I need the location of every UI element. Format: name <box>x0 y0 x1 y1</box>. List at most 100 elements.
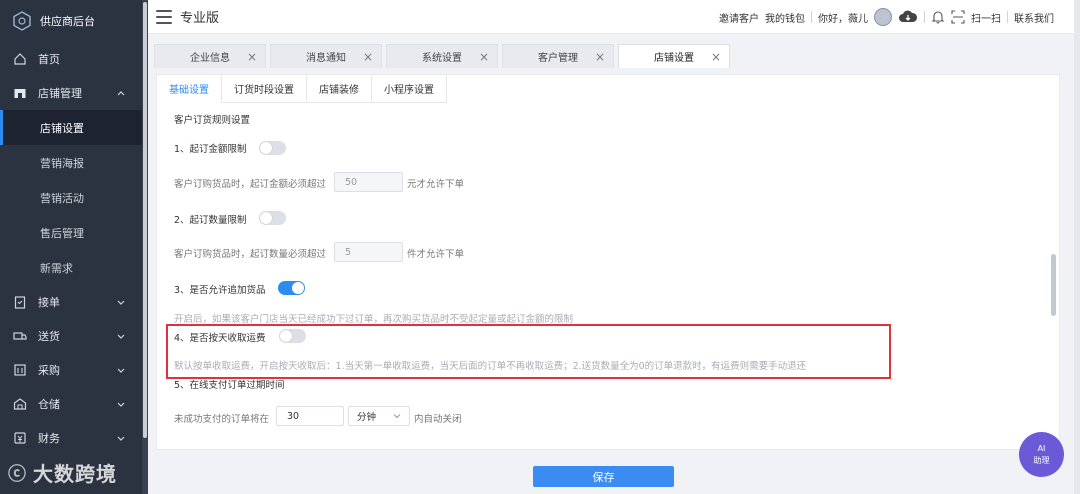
watermark-text: 大数跨境 <box>33 462 117 486</box>
close-icon[interactable]: × <box>363 50 373 64</box>
rule1-desc: 客户订购货品时，起订金额必须超过 <box>174 179 327 190</box>
tab-message-notice[interactable]: 消息通知 × <box>270 44 382 68</box>
sidebar-scrollbar[interactable] <box>142 0 148 494</box>
chevron-down-icon <box>117 334 125 339</box>
sidebar-item-label: 送货 <box>38 330 60 343</box>
scan-link[interactable]: 扫一扫 <box>971 10 1001 25</box>
rule4-toggle[interactable] <box>279 329 306 343</box>
rule4-desc: 默认按单收取运费，开启按天收取后：1.当天第一单收取运费，当天后面的订单不再收取… <box>174 361 807 372</box>
sidebar: 供应商后台 首页 店铺管理 店铺设置 营销海报 营销活动 售后管理 新需求 接单… <box>0 0 148 494</box>
expire-time-input[interactable]: 30 <box>276 406 344 426</box>
header-actions: 邀请客户 我的钱包 你好，薇儿 扫一扫 联系我们 <box>719 0 1054 34</box>
tab-label: 客户管理 <box>538 53 578 64</box>
brand-logo-icon <box>13 11 31 31</box>
rule5-unit: 内自动关闭 <box>414 414 462 425</box>
tab-enterprise-info[interactable]: 企业信息 × <box>154 44 266 68</box>
sidebar-item-purchase[interactable]: 采购 <box>0 353 148 387</box>
min-quantity-input[interactable]: 5 <box>334 242 403 262</box>
sidebar-sub-new-demand[interactable]: 新需求 <box>0 250 148 285</box>
tab-customer-management[interactable]: 客户管理 × <box>502 44 614 68</box>
min-amount-input[interactable]: 50 <box>334 172 403 192</box>
sidebar-sub-marketing-activity[interactable]: 营销活动 <box>0 180 148 215</box>
cloud-download-icon[interactable] <box>898 9 918 25</box>
page-scrollbar[interactable] <box>1074 0 1080 494</box>
close-icon[interactable]: × <box>247 50 257 64</box>
finance-icon <box>12 430 28 446</box>
tab-store-settings[interactable]: 店铺设置 × <box>618 44 730 68</box>
menu-toggle-icon[interactable] <box>156 9 172 24</box>
close-icon[interactable]: × <box>711 50 721 64</box>
rule5-title: 5、在线支付订单过期时间 <box>174 380 285 391</box>
rule1-toggle[interactable] <box>259 141 286 155</box>
rule1-unit: 元才允许下单 <box>407 179 465 190</box>
rule5-desc: 未成功支付的订单将在 <box>174 414 270 425</box>
ai-assistant-button[interactable]: AI 助理 <box>1019 432 1064 477</box>
sidebar-item-finance[interactable]: 财务 <box>0 421 148 455</box>
rule2-unit: 件才允许下单 <box>407 249 465 260</box>
clipboard-icon <box>12 294 28 310</box>
avatar[interactable] <box>874 8 892 26</box>
tab-system-settings[interactable]: 系统设置 × <box>386 44 498 68</box>
time-unit-select[interactable]: 分钟 <box>348 406 410 426</box>
sidebar-item-store[interactable]: 店铺管理 <box>0 76 148 110</box>
truck-icon <box>12 328 28 344</box>
rule3-title: 3、是否允许追加货品 <box>174 285 266 296</box>
tab-label: 企业信息 <box>190 53 230 64</box>
rule4-title: 4、是否按天收取运费 <box>174 333 266 344</box>
content-scrollbar-thumb[interactable] <box>1051 254 1056 316</box>
chevron-down-icon <box>117 300 125 305</box>
page-tabs-bar: 企业信息 × 消息通知 × 系统设置 × 客户管理 × 店铺设置 × <box>148 34 1080 74</box>
time-unit-value: 分钟 <box>357 412 377 423</box>
rule3-desc: 开启后，如果该客户门店当天已经成功下过订单，再次购买货品时不受起定量或起订金额的… <box>174 314 574 325</box>
my-wallet-link[interactable]: 我的钱包 <box>765 10 805 25</box>
sidebar-item-label: 采购 <box>38 364 60 377</box>
divider <box>924 11 925 23</box>
chevron-down-icon <box>117 402 125 407</box>
tab-order-time-settings[interactable]: 订货时段设置 <box>222 75 307 103</box>
divider <box>1007 11 1008 23</box>
close-icon[interactable]: × <box>595 50 605 64</box>
ai-label-sub: 助理 <box>1033 455 1050 465</box>
chevron-down-icon <box>117 436 125 441</box>
cart-icon <box>12 362 28 378</box>
store-icon <box>12 85 28 101</box>
sidebar-item-label: 仓储 <box>38 398 60 411</box>
chevron-up-icon <box>117 91 125 96</box>
warehouse-icon <box>12 396 28 412</box>
invite-customer-link[interactable]: 邀请客户 <box>719 10 759 25</box>
greeting-text: 你好，薇儿 <box>818 13 868 25</box>
settings-card: 基础设置 订货时段设置 店铺装修 小程序设置 <box>156 74 1060 450</box>
close-icon[interactable]: × <box>479 50 489 64</box>
chevron-down-icon <box>117 368 125 373</box>
contact-us-link[interactable]: 联系我们 <box>1014 10 1054 25</box>
sidebar-item-label: 接单 <box>38 296 60 309</box>
sidebar-sub-store-settings[interactable]: 店铺设置 <box>0 110 148 145</box>
sidebar-scrollbar-thumb[interactable] <box>143 2 147 438</box>
sidebar-item-delivery[interactable]: 送货 <box>0 319 148 353</box>
scan-icon[interactable] <box>951 10 965 24</box>
section-title: 客户订货规则设置 <box>174 115 251 126</box>
tab-label: 店铺设置 <box>654 53 694 64</box>
tab-miniprogram-settings[interactable]: 小程序设置 <box>372 75 447 103</box>
sidebar-sub-after-sales[interactable]: 售后管理 <box>0 215 148 250</box>
tab-basic-settings[interactable]: 基础设置 <box>157 75 222 103</box>
sidebar-item-orders[interactable]: 接单 <box>0 285 148 319</box>
sidebar-item-label: 首页 <box>38 53 60 66</box>
sidebar-item-warehouse[interactable]: 仓储 <box>0 387 148 421</box>
rule2-toggle[interactable] <box>259 211 286 225</box>
watermark: ⓒ 大数跨境 <box>8 458 117 487</box>
top-header: 专业版 邀请客户 我的钱包 你好，薇儿 扫一扫 联系我们 <box>148 0 1080 34</box>
tab-store-decoration[interactable]: 店铺装修 <box>307 75 372 103</box>
brand[interactable]: 供应商后台 <box>0 0 148 42</box>
sidebar-item-home[interactable]: 首页 <box>0 42 148 76</box>
watermark-logo-icon: ⓒ <box>8 463 27 485</box>
save-button[interactable]: 保存 <box>533 466 674 487</box>
sidebar-item-label: 店铺管理 <box>38 87 82 100</box>
rule3-toggle[interactable] <box>278 281 305 295</box>
sidebar-sub-marketing-poster[interactable]: 营销海报 <box>0 145 148 180</box>
sub-tabs: 基础设置 订货时段设置 店铺装修 小程序设置 <box>157 75 447 103</box>
page-title: 专业版 <box>180 11 220 26</box>
bell-icon[interactable] <box>931 10 945 24</box>
rule1-title: 1、起订金额限制 <box>174 144 247 155</box>
rule2-desc: 客户订购货品时，起订数量必须超过 <box>174 249 327 260</box>
